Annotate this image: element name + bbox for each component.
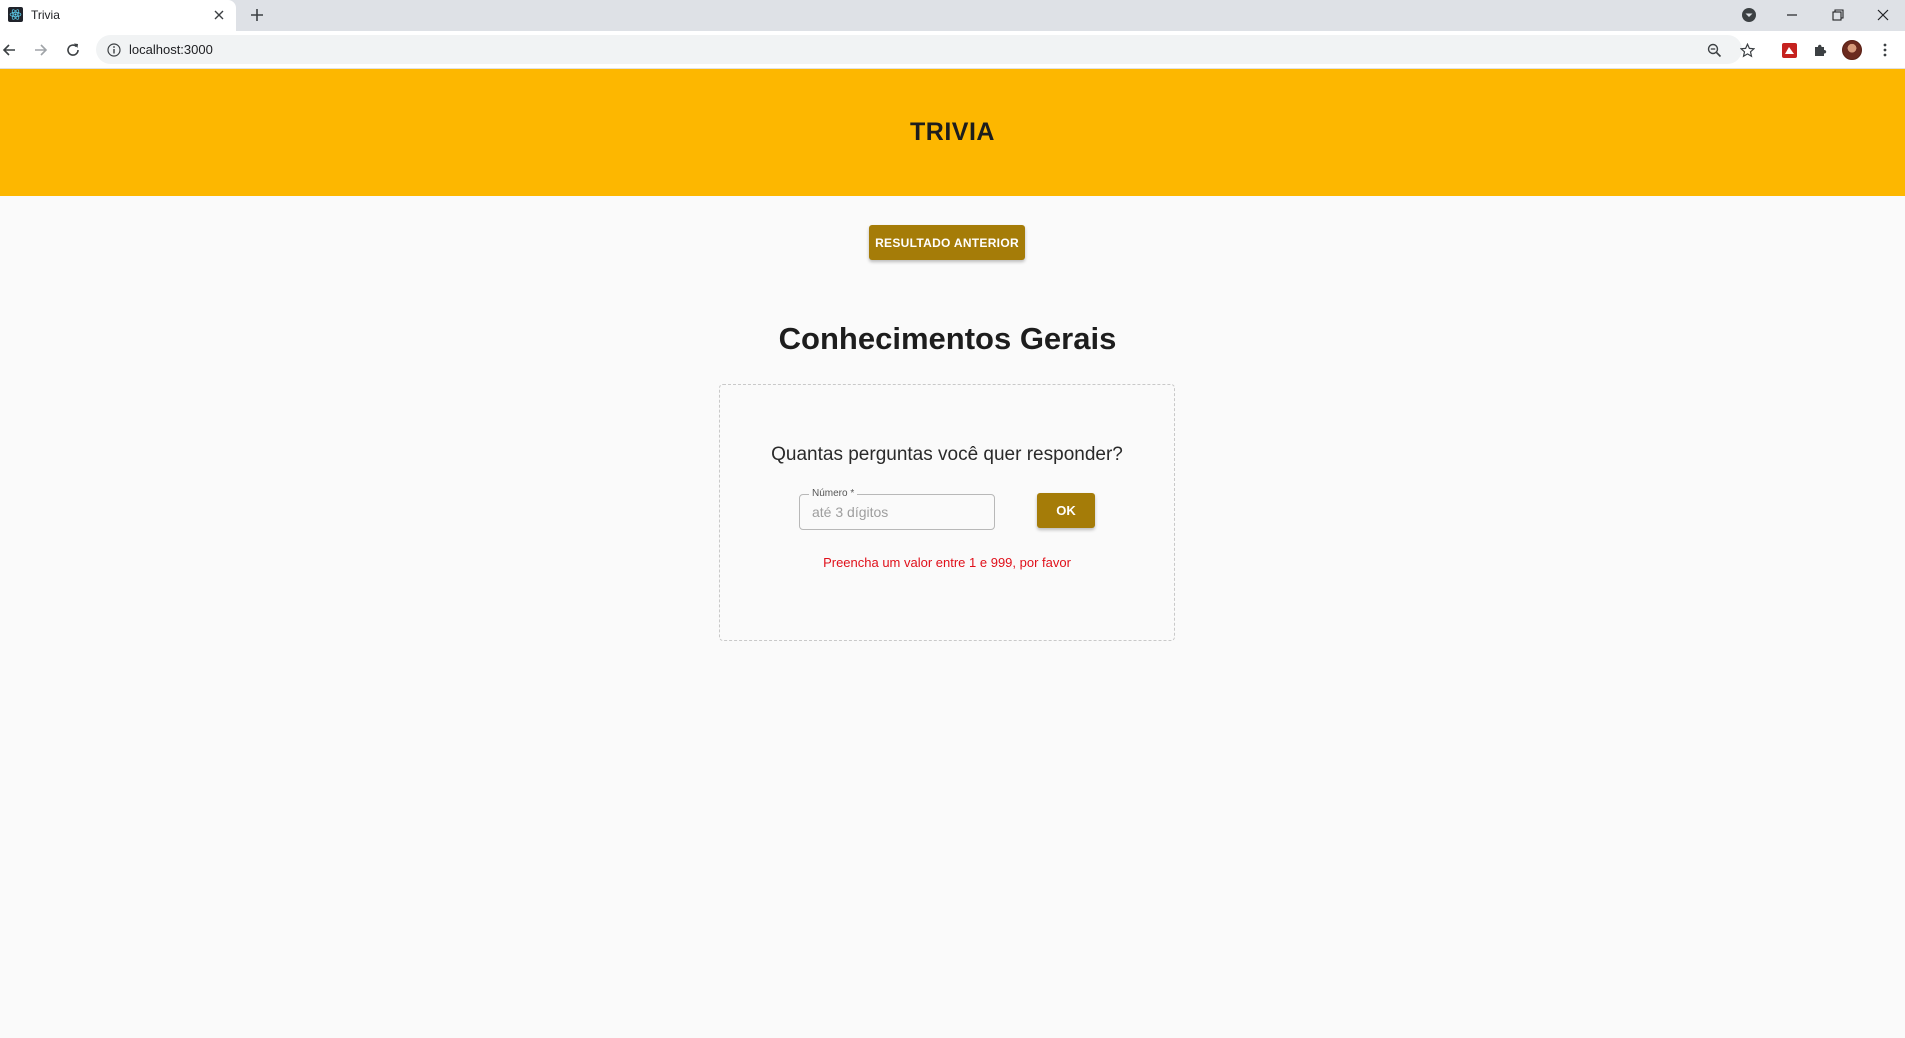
close-icon[interactable] [210,6,228,24]
page-content: TRIVIA RESULTADO ANTERIOR Conhecimentos … [0,69,1905,1038]
kebab-menu-icon[interactable] [1874,39,1896,61]
url-text: localhost:3000 [129,42,213,57]
question-text: Quantas perguntas você quer responder? [771,444,1123,465]
previous-result-button[interactable]: RESULTADO ANTERIOR [869,225,1025,260]
number-field-label: Número * [809,488,858,500]
close-icon[interactable] [1869,2,1897,28]
arrow-left-icon[interactable] [0,37,22,63]
app-header: TRIVIA [0,69,1905,196]
avatar[interactable] [1842,40,1862,60]
minimize-icon[interactable] [1778,2,1806,28]
tab-title: Trivia [31,8,60,22]
arrow-right-icon[interactable] [28,37,54,63]
browser-toolbar: localhost:3000 [0,31,1905,69]
puzzle-icon[interactable] [1810,39,1832,61]
page-title: Conhecimentos Gerais [778,321,1117,356]
chevron-down-circle-icon[interactable] [1735,2,1763,28]
plus-icon[interactable] [246,4,268,26]
extension-icon[interactable] [1778,39,1800,61]
question-count-card: Quantas perguntas você quer responder? N… [719,384,1175,641]
reload-icon[interactable] [60,37,86,63]
star-icon[interactable] [1737,40,1757,60]
address-bar[interactable]: localhost:3000 [96,35,1755,64]
number-field[interactable]: Número * [799,488,995,530]
error-message: Preencha um valor entre 1 e 999, por fav… [823,555,1071,570]
browser-tab[interactable]: Trivia [0,0,236,31]
app-title: TRIVIA [910,118,995,146]
react-logo-icon [8,7,23,22]
info-icon[interactable] [106,42,121,57]
zoom-out-icon[interactable] [1704,40,1724,60]
ok-button[interactable]: OK [1037,493,1095,528]
browser-tabstrip: Trivia [0,0,1905,31]
restore-icon[interactable] [1824,2,1852,28]
number-input[interactable] [812,503,982,521]
